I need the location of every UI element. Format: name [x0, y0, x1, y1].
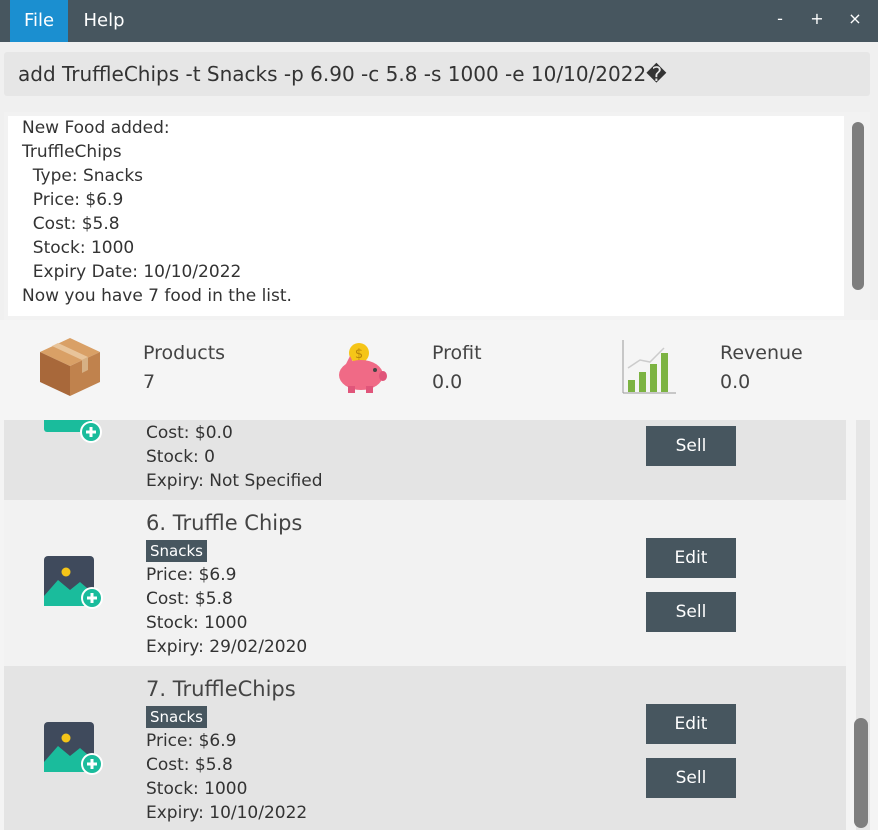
list-item: 7. TruffleChips Snacks Price: $6.9 Cost:… — [4, 666, 846, 830]
revenue-label: Revenue — [720, 342, 803, 364]
result-display: New Food added: TruffleChips Type: Snack… — [4, 112, 870, 320]
close-button[interactable]: × — [845, 0, 865, 38]
result-scrollbar[interactable] — [852, 122, 864, 290]
item-expiry: Expiry: 10/10/2022 — [146, 803, 308, 823]
command-input-text: add TruffleChips -t Snacks -p 6.90 -c 5.… — [18, 62, 667, 86]
item-price: Price: $6.9 — [146, 731, 237, 751]
sell-button[interactable]: Sell — [646, 592, 736, 632]
item-stock: Stock: 1000 — [146, 613, 248, 633]
svg-text:$: $ — [355, 347, 363, 362]
stats-panel: Products 7 $ Profit 0.0 Revenue 0.0 — [0, 320, 878, 420]
item-expiry: Expiry: Not Specified — [146, 471, 323, 491]
list-scrollbar[interactable] — [854, 718, 868, 828]
list-item: 6. Truffle Chips Snacks Price: $6.9 Cost… — [4, 500, 846, 666]
item-tag: Snacks — [146, 706, 207, 728]
sell-button[interactable]: Sell — [646, 758, 736, 798]
item-stock: Stock: 1000 — [146, 779, 248, 799]
maximize-button[interactable]: + — [807, 0, 827, 38]
list-item: Cost: $0.0 Stock: 0 Expiry: Not Specifie… — [4, 420, 846, 500]
menu-bar: File Help - + × — [0, 0, 878, 42]
item-expiry: Expiry: 29/02/2020 — [146, 637, 308, 657]
item-title: 6. Truffle Chips — [146, 511, 303, 535]
menu-help[interactable]: Help — [74, 0, 134, 42]
menu-file[interactable]: File — [10, 0, 68, 42]
edit-button[interactable]: Edit — [646, 704, 736, 744]
item-tag: Snacks — [146, 540, 207, 562]
item-title: 7. TruffleChips — [146, 677, 296, 701]
revenue-value: 0.0 — [720, 371, 751, 393]
piggy-bank-icon: $ — [339, 343, 387, 393]
bar-chart-icon — [622, 340, 676, 394]
result-text: New Food added: TruffleChips Type: Snack… — [8, 116, 844, 316]
image-placeholder-icon — [44, 556, 103, 609]
edit-button[interactable]: Edit — [646, 538, 736, 578]
food-list[interactable]: Cost: $0.0 Stock: 0 Expiry: Not Specifie… — [0, 420, 878, 830]
item-cost: Cost: $0.0 — [146, 423, 233, 443]
profit-value: 0.0 — [432, 371, 463, 393]
item-cost: Cost: $5.8 — [146, 589, 233, 609]
profit-label: Profit — [432, 342, 482, 364]
command-input[interactable]: add TruffleChips -t Snacks -p 6.90 -c 5.… — [4, 52, 870, 96]
item-stock: Stock: 0 — [146, 447, 215, 467]
products-value: 7 — [143, 371, 156, 393]
item-cost: Cost: $5.8 — [146, 755, 233, 775]
products-label: Products — [143, 342, 226, 364]
item-price: Price: $6.9 — [146, 565, 237, 585]
box-icon — [40, 338, 100, 396]
sell-button[interactable]: Sell — [646, 426, 736, 466]
image-placeholder-icon — [44, 420, 102, 443]
image-placeholder-icon — [44, 722, 103, 775]
minimize-button[interactable]: - — [770, 0, 790, 38]
